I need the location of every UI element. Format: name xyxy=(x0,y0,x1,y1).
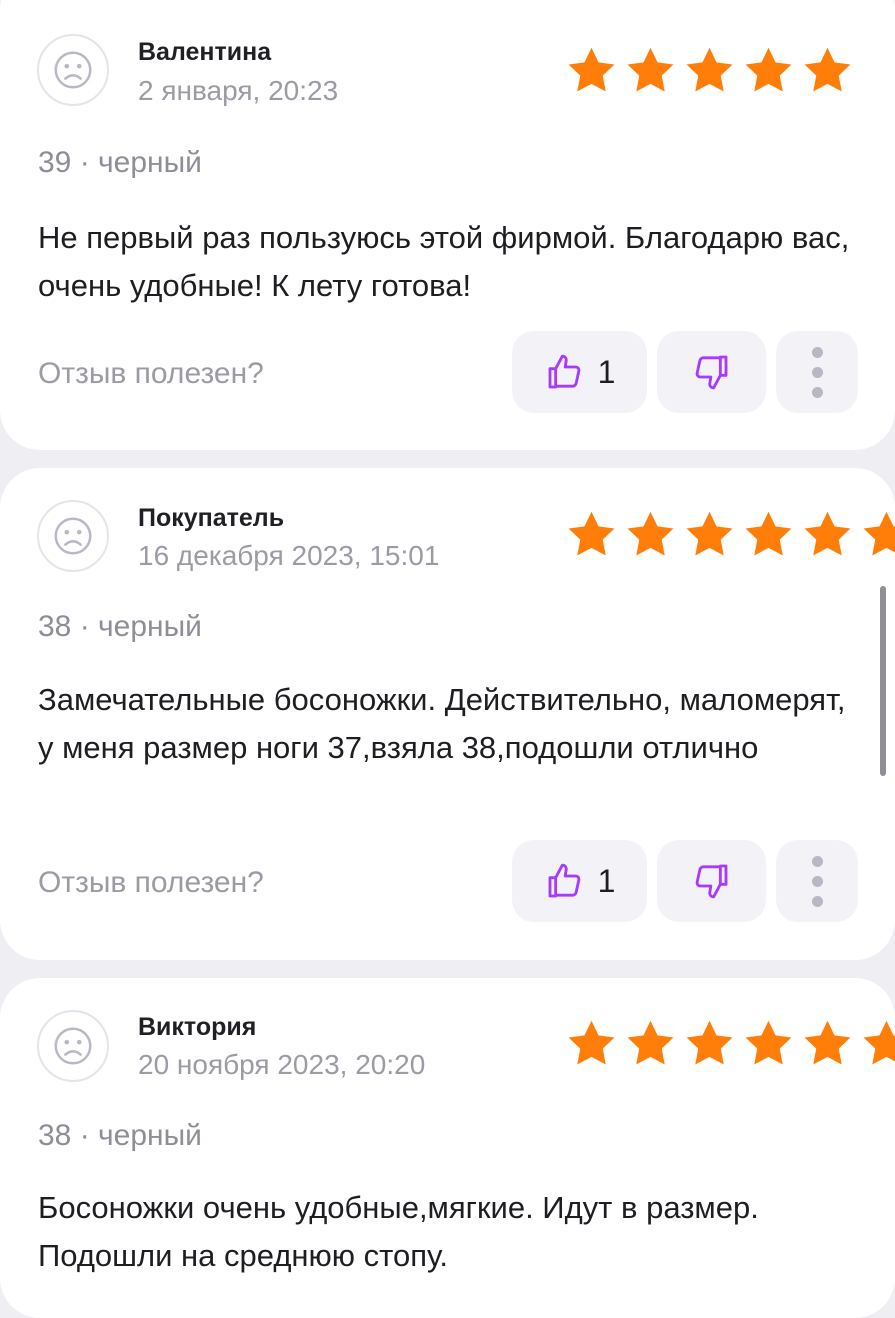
review-date: 20 ноября 2023, 20:20 xyxy=(138,1049,426,1080)
star-icon xyxy=(686,1020,733,1065)
dislike-button[interactable] xyxy=(657,840,766,922)
star-icon xyxy=(804,47,851,92)
thumbs-up-icon xyxy=(548,354,580,389)
review-variant: 38 · черный xyxy=(38,1119,202,1152)
review-date: 2 января, 20:23 xyxy=(138,75,339,106)
star-icon xyxy=(627,47,674,92)
scrollbar[interactable] xyxy=(880,586,886,776)
star-icon xyxy=(863,511,895,556)
rating-stars xyxy=(566,1019,895,1068)
star-icon xyxy=(568,511,615,556)
star-icon xyxy=(745,47,792,92)
star-icon xyxy=(686,511,733,556)
helpful-label: Отзыв полезен? xyxy=(38,866,264,899)
thumbs-down-icon xyxy=(695,355,727,390)
review-author[interactable]: Покупатель xyxy=(138,504,284,533)
more-vertical-icon xyxy=(811,855,823,867)
review-variant: 38 · черный xyxy=(38,610,202,643)
review-date: 16 декабря 2023, 15:01 xyxy=(138,540,440,571)
like-button[interactable]: 1 xyxy=(512,331,647,413)
star-icon xyxy=(863,1020,895,1065)
more-vertical-icon xyxy=(811,346,823,358)
sad-face-icon xyxy=(54,517,92,555)
like-count: 1 xyxy=(597,353,616,390)
review-author[interactable]: Валентина xyxy=(138,38,271,67)
avatar xyxy=(37,34,109,106)
avatar xyxy=(37,1010,109,1082)
review-card: Виктория 20 ноября 2023, 20:20 38 · черн… xyxy=(0,978,895,1318)
star-icon xyxy=(804,1020,851,1065)
rating-stars xyxy=(566,46,853,95)
star-icon xyxy=(568,47,615,92)
star-icon xyxy=(804,511,851,556)
helpful-label: Отзыв полезен? xyxy=(38,357,264,390)
star-icon xyxy=(745,511,792,556)
star-icon xyxy=(568,1020,615,1065)
thumbs-down-icon xyxy=(695,864,727,899)
star-icon xyxy=(627,1020,674,1065)
dislike-button[interactable] xyxy=(657,331,766,413)
like-button[interactable]: 1 xyxy=(512,840,647,922)
thumbs-up-icon xyxy=(548,863,580,898)
star-icon xyxy=(627,511,674,556)
review-card: Покупатель 16 декабря 2023, 15:01 38 · ч… xyxy=(0,468,895,960)
review-variant: 39 · черный xyxy=(38,146,202,179)
star-icon xyxy=(745,1020,792,1065)
more-options-button[interactable] xyxy=(776,840,858,922)
like-count: 1 xyxy=(597,862,616,899)
more-options-button[interactable] xyxy=(776,331,858,413)
star-icon xyxy=(686,47,733,92)
review-text: Замечательные босоножки. Действительно, … xyxy=(38,682,846,765)
avatar xyxy=(37,500,109,572)
review-author[interactable]: Виктория xyxy=(138,1013,256,1042)
sad-face-icon xyxy=(54,51,92,89)
reviews-feed: Валентина 2 января, 20:23 39 · черный Не… xyxy=(0,0,895,1318)
review-card: Валентина 2 января, 20:23 39 · черный Не… xyxy=(0,0,895,450)
rating-stars xyxy=(566,510,895,559)
review-text: Не первый раз пользуюсь этой фирмой. Бла… xyxy=(38,220,850,303)
sad-face-icon xyxy=(54,1027,92,1065)
review-text: Босоножки очень удобные,мягкие. Идут в р… xyxy=(38,1190,759,1273)
